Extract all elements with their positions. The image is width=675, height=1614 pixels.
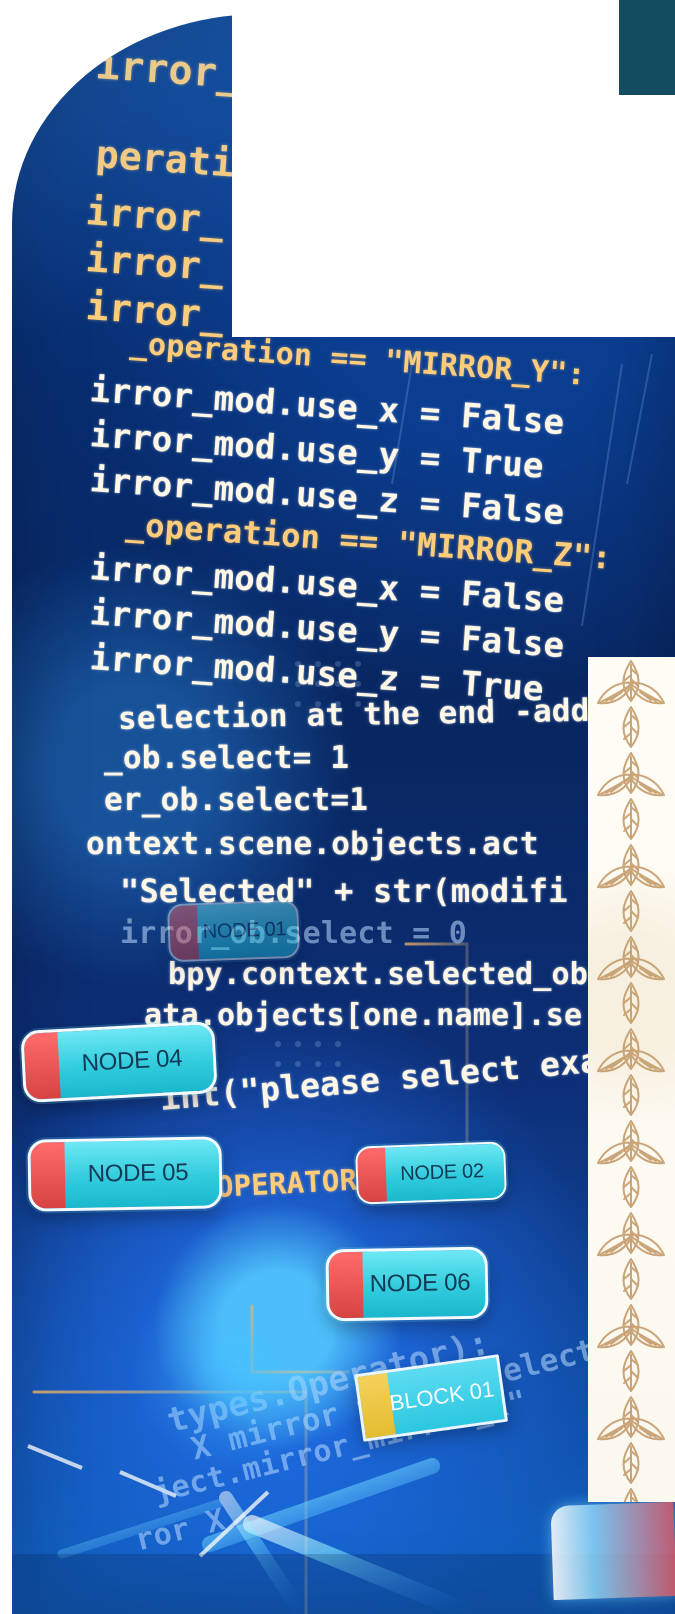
node-02: NODE 02 [355,1141,507,1205]
teal-corner-mark [619,0,675,95]
code-line: irror_mod.use_z = False [88,460,566,534]
code-line: irror_mod.use_x = False [88,548,566,622]
node-04-label: NODE 04 [81,1044,183,1077]
code-line: irror_mod.use_x = False [88,370,566,444]
bottom-right-glow [550,1501,675,1601]
node-05-label: NODE 05 [87,1158,189,1188]
ghost-node: NODE 01 [167,899,300,963]
ghost-node-label: NODE 01 [202,917,287,943]
ornament-strip [588,657,675,1502]
light-bloom [108,1228,368,1508]
code-line: selection at the end -add [117,692,590,737]
code-line: _ob.select= 1 [104,740,350,776]
hero-illustration: irror_peratioirror_irror_irror__operatio… [0,0,675,1614]
code-line: irror_mod.use_z = True [88,638,546,710]
white-header-panel [232,0,675,337]
code-line: ror X [131,1502,229,1559]
code-line: _operation == "MIRROR_Z": [124,505,613,577]
code-line: irror_mod.use_y = True [88,415,546,487]
node-02-label: NODE 02 [399,1159,485,1185]
node-06-label: NODE 06 [369,1268,471,1298]
code-line: irror_mod.use_y = False [88,593,566,667]
code-line: int("please select exac [158,1038,622,1118]
node-04: NODE 04 [20,1020,218,1104]
code-line: ontext.scene.objects.act [86,826,539,862]
code-line: bpy.context.selected_ob [168,957,589,992]
code-line: er_ob.select=1 [104,782,369,818]
diagonal-lines [391,351,653,627]
block-01-label: BLOCK 01 [388,1376,496,1416]
block-01: BLOCK 01 [353,1354,509,1442]
node-05: NODE 05 [27,1136,223,1212]
floral-pattern-icon [588,657,675,1502]
dot-grid [275,661,361,1067]
